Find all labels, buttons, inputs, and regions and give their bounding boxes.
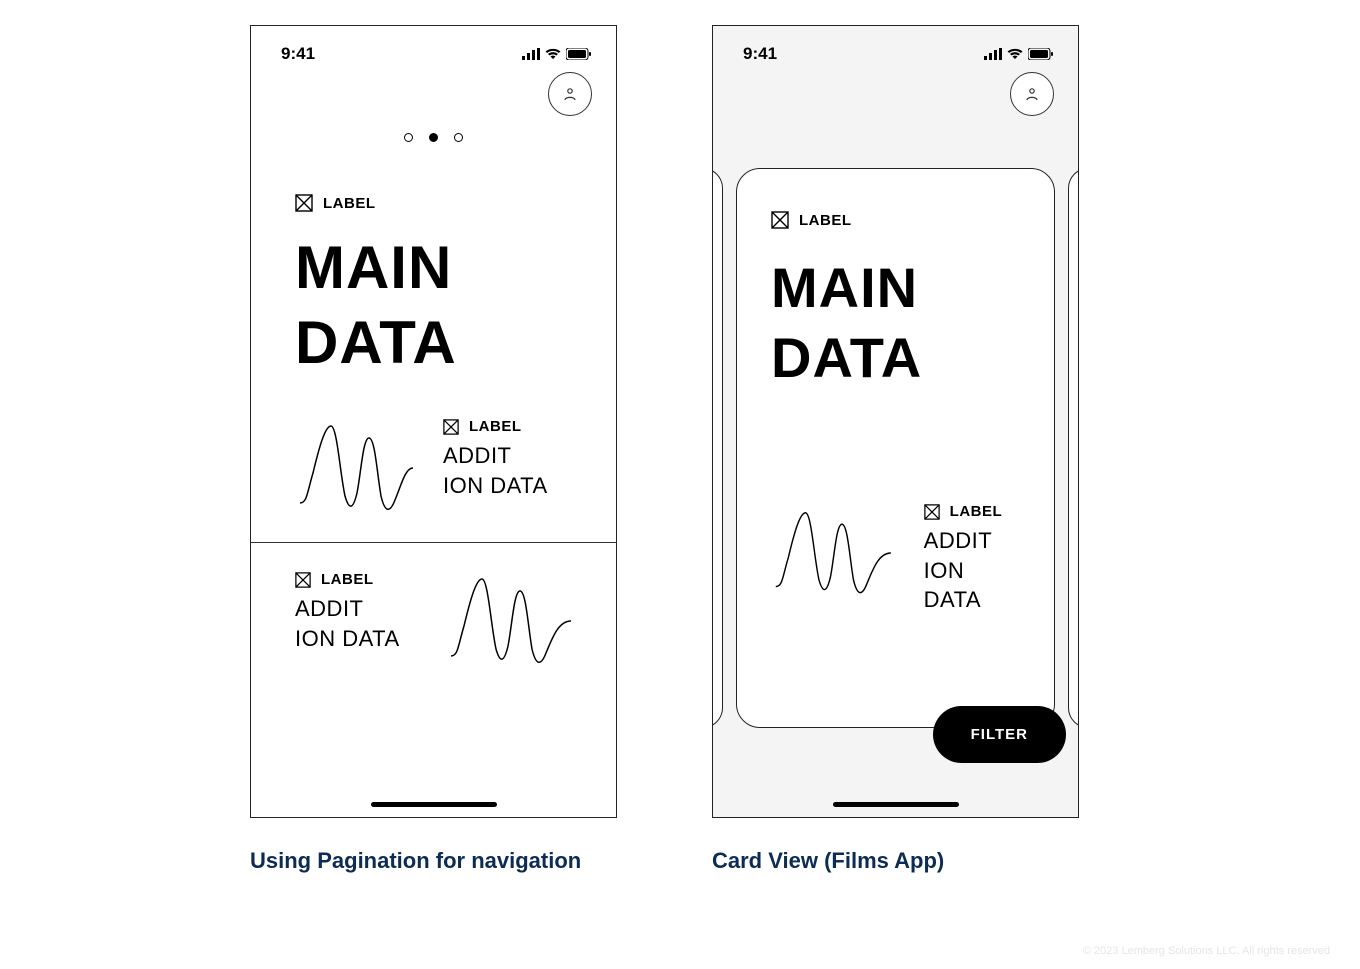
- label-row: LABEL: [295, 571, 400, 588]
- pagination-dot[interactable]: [404, 133, 413, 142]
- additional-data-text: ADDIT ION DATA: [443, 441, 548, 500]
- caption-right: Card View (Films App): [712, 848, 944, 874]
- wave-chart-icon: [295, 418, 415, 518]
- label-row: LABEL: [924, 503, 1024, 520]
- additional-data-row-2: LABEL ADDIT ION DATA: [251, 543, 616, 671]
- additional-data-text: ADDIT ION DATA: [295, 594, 400, 653]
- card-swiper[interactable]: LABEL MAIN DATA LABEL: [713, 168, 1078, 748]
- label-text: LABEL: [950, 503, 1003, 520]
- user-icon: [1024, 86, 1040, 102]
- card-peek-prev[interactable]: [712, 168, 723, 728]
- battery-icon: [566, 48, 592, 60]
- card-peek-next[interactable]: [1068, 168, 1079, 728]
- status-time: 9:41: [281, 44, 315, 64]
- wifi-icon: [1007, 48, 1023, 60]
- home-indicator[interactable]: [833, 802, 959, 807]
- placeholder-box-icon: [771, 211, 789, 229]
- label-text: LABEL: [469, 418, 522, 435]
- profile-avatar-button[interactable]: [548, 72, 592, 116]
- content-card[interactable]: LABEL MAIN DATA LABEL: [736, 168, 1055, 728]
- label-text: LABEL: [321, 571, 374, 588]
- label-row: LABEL: [771, 211, 1024, 229]
- main-data-title: MAIN DATA: [295, 230, 576, 380]
- battery-icon: [1028, 48, 1054, 60]
- status-icons: [984, 48, 1054, 60]
- additional-data-row: LABEL ADDIT ION DATA: [295, 418, 576, 518]
- profile-avatar-button[interactable]: [1010, 72, 1054, 116]
- wifi-icon: [545, 48, 561, 60]
- label-row: LABEL: [443, 418, 548, 435]
- main-data-title: MAIN DATA: [771, 253, 1024, 393]
- status-icons: [522, 48, 592, 60]
- pagination-dot-active[interactable]: [429, 133, 438, 142]
- placeholder-box-icon: [924, 504, 940, 520]
- user-icon: [562, 86, 578, 102]
- label-row: LABEL: [295, 194, 576, 212]
- placeholder-box-icon: [295, 194, 313, 212]
- pagination-dot[interactable]: [454, 133, 463, 142]
- pagination-dots[interactable]: [251, 133, 616, 142]
- footer-copyright: © 2023 Lemberg Solutions LLC. All rights…: [1083, 945, 1330, 957]
- filter-button[interactable]: FILTER: [933, 706, 1066, 763]
- status-time: 9:41: [743, 44, 777, 64]
- cellular-icon: [984, 48, 1002, 60]
- cellular-icon: [522, 48, 540, 60]
- additional-data-text: ADDIT ION DATA: [924, 526, 1024, 615]
- placeholder-box-icon: [443, 419, 459, 435]
- wave-chart-icon: [771, 503, 896, 603]
- status-bar: 9:41: [251, 26, 616, 68]
- home-indicator[interactable]: [371, 802, 497, 807]
- wave-chart-icon: [446, 571, 576, 671]
- placeholder-box-icon: [295, 572, 311, 588]
- status-bar: 9:41: [713, 26, 1078, 68]
- additional-data-row: LABEL ADDIT ION DATA: [771, 503, 1024, 615]
- caption-left: Using Pagination for navigation: [250, 848, 581, 874]
- label-text: LABEL: [323, 195, 376, 212]
- phone-mock-cardview: 9:41 LABEL MAI: [712, 25, 1079, 818]
- label-text: LABEL: [799, 212, 852, 229]
- phone-mock-pagination: 9:41 LABEL MA: [250, 25, 617, 818]
